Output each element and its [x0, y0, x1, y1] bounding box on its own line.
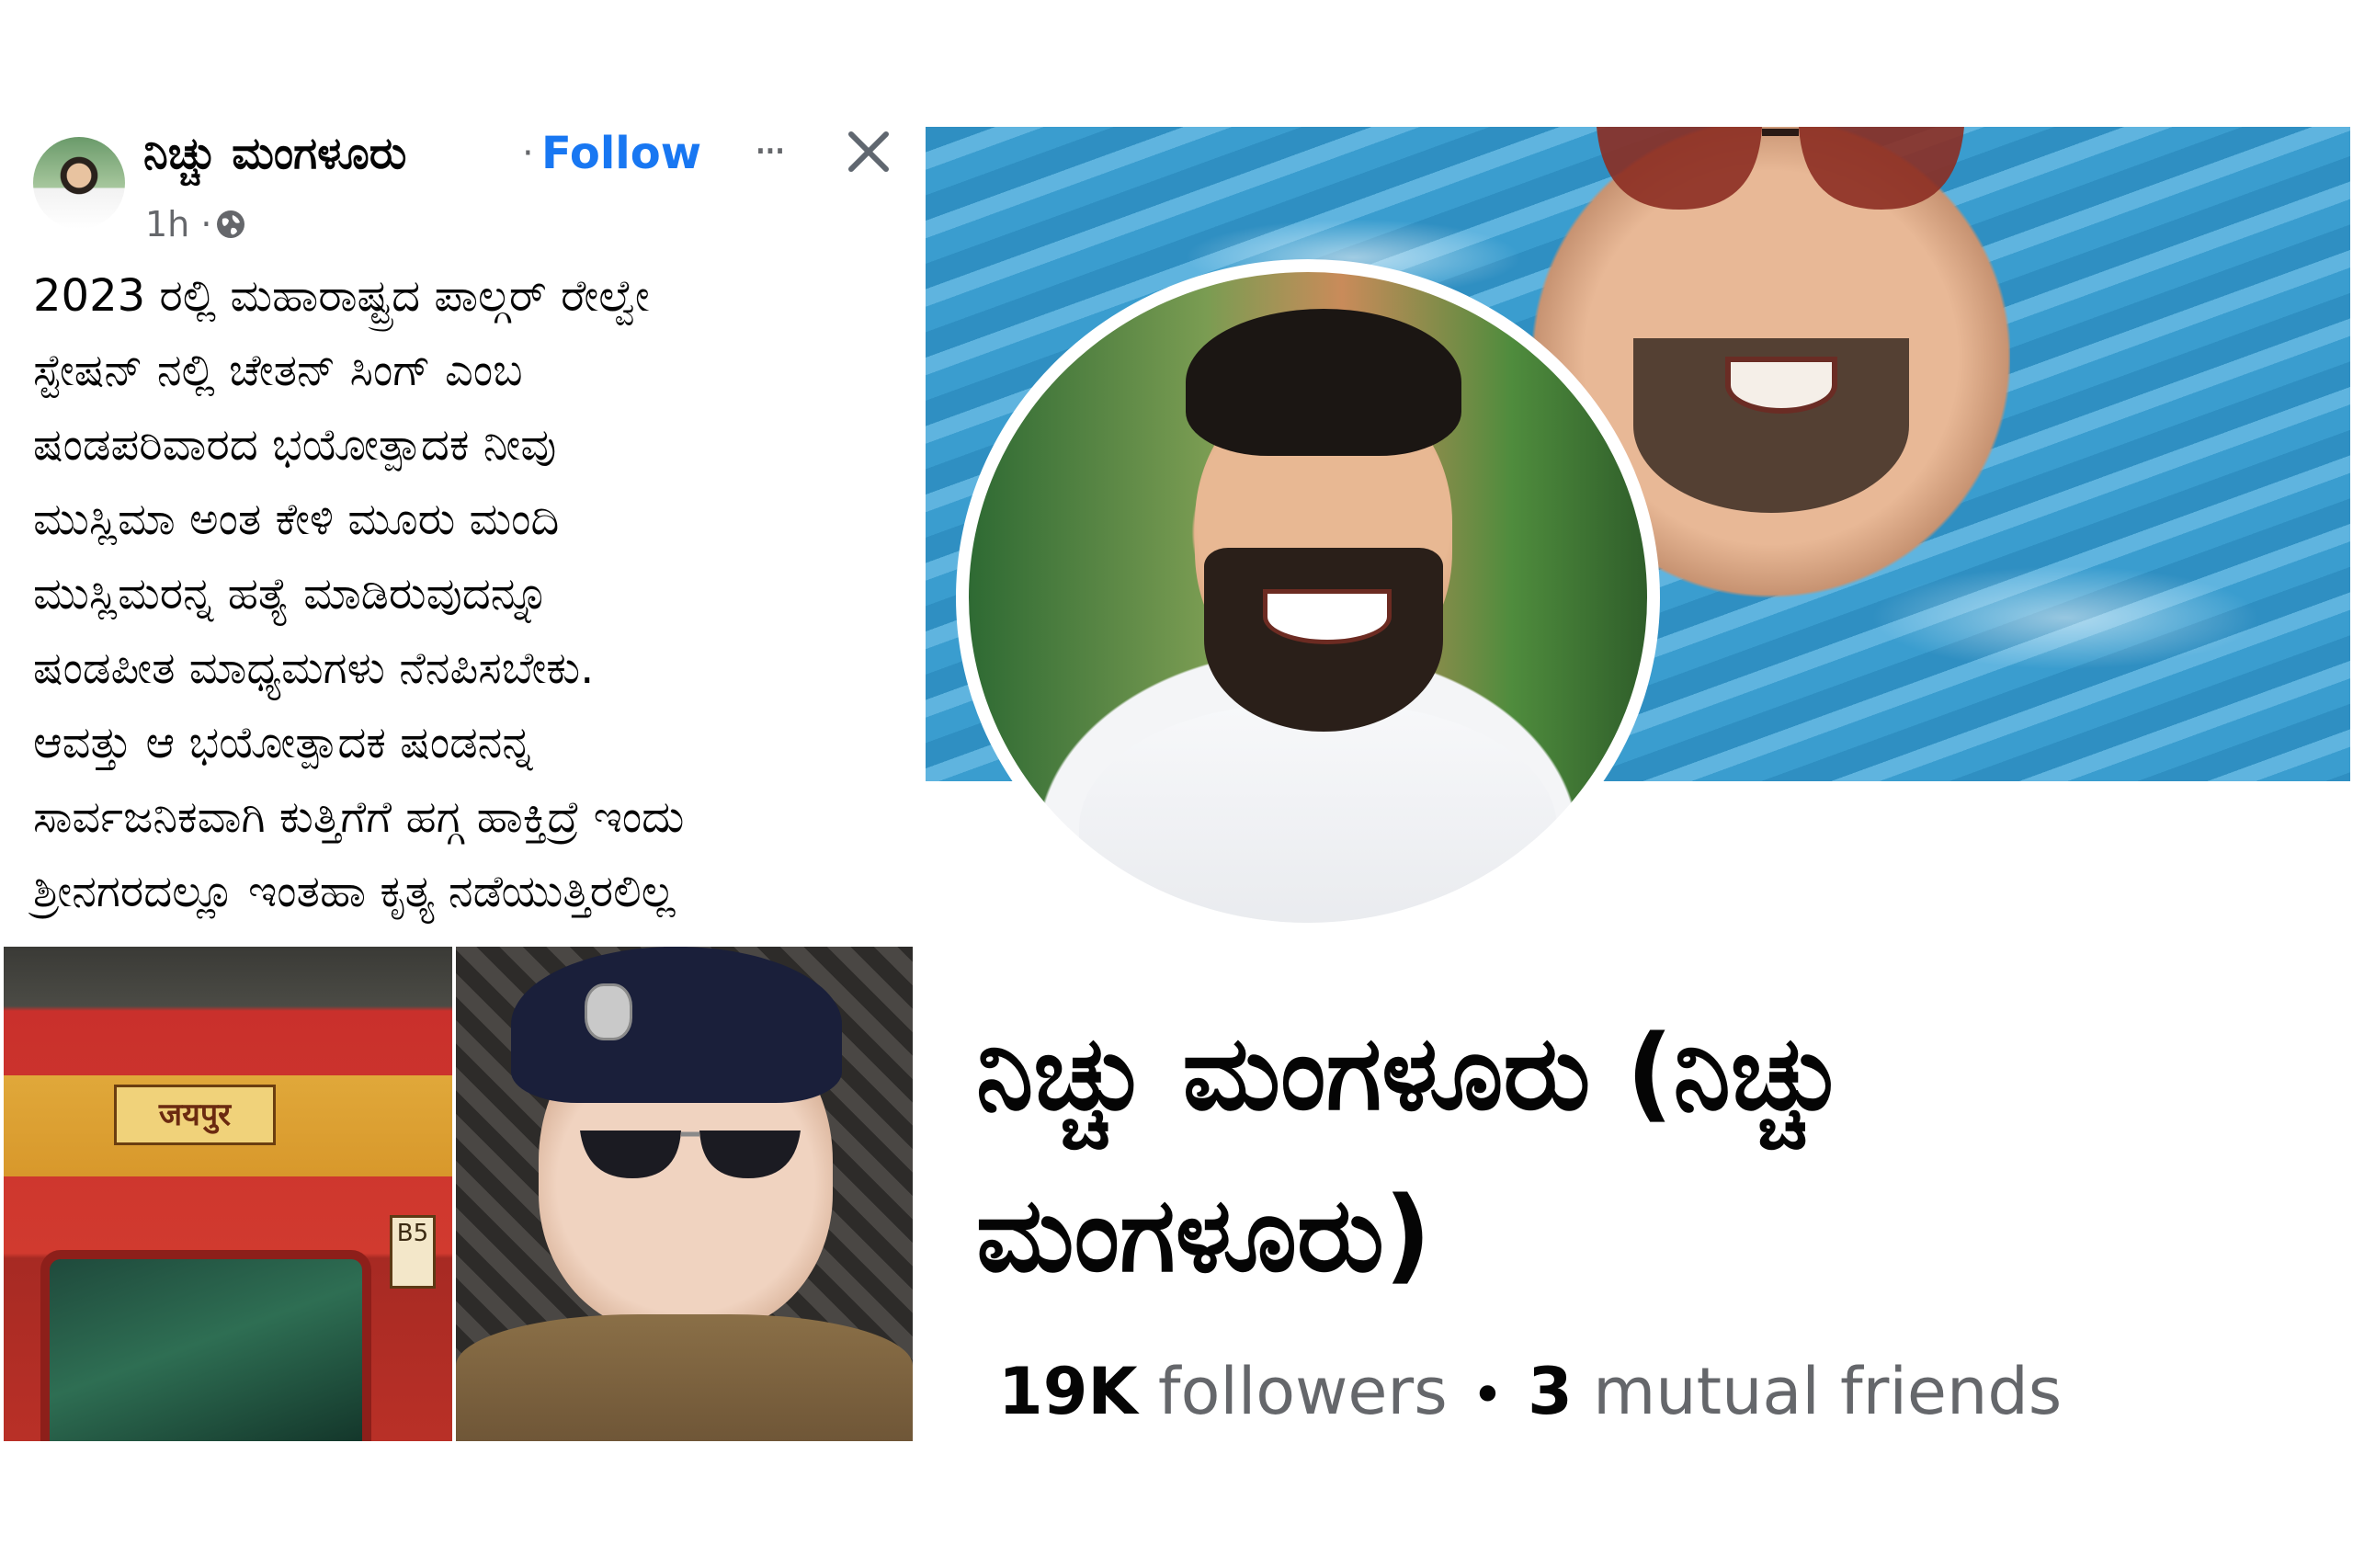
officer-beret [511, 947, 842, 1103]
post-photo-train[interactable]: जयपुर B5 [4, 947, 452, 1441]
post-text-line: ಶ್ರೀನಗರದಲ್ಲೂ ಇಂತಹಾ ಕೃತ್ಯ ನಡೆಯುತ್ತಿರಲಿಲ್ಲ [33, 866, 676, 917]
cover-sunglasses [1597, 127, 1964, 210]
profile-stats: 19K followers • 3 mutual friends [998, 1346, 2062, 1441]
more-options-icon[interactable]: ··· [739, 125, 798, 184]
follow-button[interactable]: Follow [541, 121, 701, 186]
post-timestamp[interactable]: 1h · [145, 200, 211, 248]
post-text-line: ಆವತ್ತು ಆ ಭಯೋತ್ಪಾದಕ ಷಂಡನನ್ನ [33, 717, 533, 768]
cover-person-mouth [1725, 357, 1837, 414]
post-text-line: 2023 ರಲ್ಲಿ ಮಹಾರಾಷ್ಟ್ರದ ಪಾಲ್ಗರ್ ರೇಲ್ವೇ [33, 270, 650, 322]
profile-smile [1263, 589, 1392, 644]
post-photo-officer[interactable] [456, 947, 913, 1441]
post-text-line: ಮುಸ್ಲಿಮರನ್ನ ಹತ್ಯೆ ಮಾಡಿರುವುದನ್ನೂ [33, 568, 550, 619]
sunglasses [580, 1131, 801, 1178]
post-author-name[interactable]: ನಿಚ್ಚು ಮಂಗಳೂರು [143, 121, 406, 186]
profile-picture[interactable] [956, 259, 1660, 936]
stats-bullet: • [1471, 1363, 1505, 1427]
profile-name: ನಿಚ್ಚು ಮಂಗಳೂರು (ನಿಚ್ಚು ಮಂಗಳೂರು) [976, 993, 2336, 1316]
author-follow-separator: · [522, 132, 534, 175]
followers-count: 19K [998, 1354, 1138, 1429]
close-icon[interactable] [836, 119, 901, 184]
train-window [40, 1250, 371, 1441]
profile-name-line: ಮಂಗಳೂರು) [976, 1176, 1432, 1295]
mutual-friends-label: mutual friends [1593, 1354, 2063, 1429]
train-name-plate: जयपुर [114, 1085, 276, 1145]
profile-hair [1186, 309, 1461, 456]
post-text-line: ಷಂಡಪರಿವಾರದ ಭಯೋತ್ಪಾದಕ ನೀವು [33, 419, 557, 471]
post-body-text: 2023 ರಲ್ಲಿ ಮಹಾರಾಷ್ಟ್ರದ ಪಾಲ್ಗರ್ ರೇಲ್ವೇ ಸ್… [33, 259, 915, 929]
profile-shirt [1079, 704, 1557, 923]
post-text-line: ಸಾರ್ವಜನಿಕವಾಗಿ ಕುತ್ತಿಗೆಗೆ ಹಗ್ಗ ಹಾಕ್ತಿದ್ರೆ… [33, 791, 685, 843]
beret-badge [585, 983, 632, 1040]
profile-name-line: ನಿಚ್ಚು ಮಂಗಳೂರು (ನಿಚ್ಚು [976, 1014, 1844, 1133]
post-text-line: ಷಂಡಪೀತ ಮಾಧ್ಯಮಗಳು ನೆನಪಿಸಬೇಕು. [33, 642, 595, 694]
followers-link[interactable]: 19K followers [998, 1354, 1448, 1429]
globe-icon [214, 208, 247, 241]
post-text-line: ಸ್ಟೇಷನ್ ನಲ್ಲಿ ಚೇತನ್ ಸಿಂಗ್ ಎಂಬ [33, 345, 523, 396]
officer-uniform [456, 1314, 913, 1441]
train-coach-number: B5 [390, 1215, 436, 1289]
mutual-friends-count: 3 [1528, 1354, 1573, 1429]
post-author-avatar[interactable] [33, 137, 125, 229]
post-text-line: ಮುಸ್ಲಿಮಾ ಅಂತ ಕೇಳಿ ಮೂರು ಮಂದಿ [33, 494, 560, 545]
mutual-friends-link[interactable]: 3 mutual friends [1528, 1354, 2062, 1429]
followers-label: followers [1157, 1354, 1448, 1429]
